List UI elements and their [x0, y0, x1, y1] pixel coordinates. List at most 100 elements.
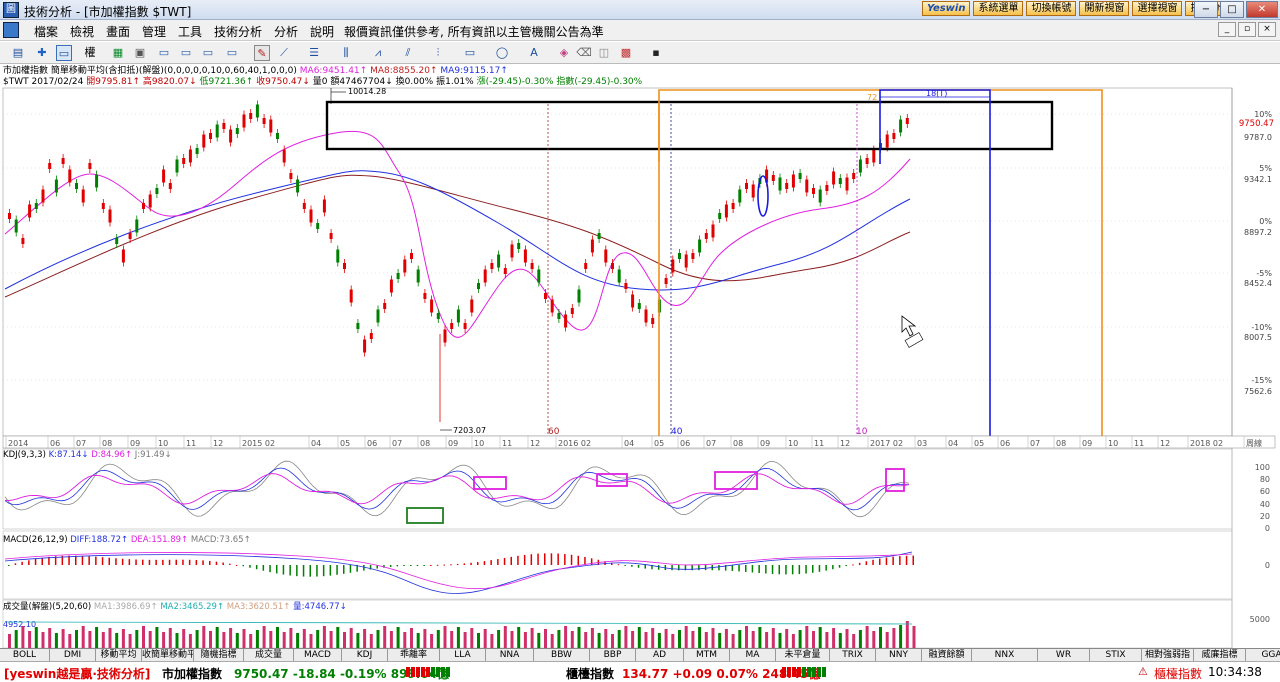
drawing-overlays[interactable]: 18(T) 72 60 40 10 — [325, 89, 1103, 437]
minimize-button[interactable]: − — [1194, 1, 1218, 18]
text-icon[interactable]: A — [526, 45, 542, 61]
panel2-icon[interactable]: ▭ — [178, 45, 194, 61]
macd-histogram-bar — [771, 565, 774, 574]
top-tab-switch-account[interactable]: 切換帳號 — [1026, 1, 1077, 16]
volume-left-value: 4952.10 — [3, 620, 36, 629]
volume-bar — [54, 633, 58, 648]
kdj-frame — [2, 448, 1233, 530]
top-tab-yeswin[interactable]: Yeswin — [922, 1, 971, 16]
candle-body — [530, 263, 534, 269]
excel-icon[interactable]: ▦ — [110, 45, 126, 61]
candle-body — [537, 269, 541, 283]
draw-icon[interactable]: ✎ — [254, 45, 270, 61]
volume-bar — [443, 626, 447, 648]
alert-icon[interactable]: ⚠ — [1138, 665, 1148, 678]
macd-histogram-bar — [416, 565, 419, 566]
volume-bar — [396, 627, 400, 648]
volume-bar — [611, 634, 614, 648]
save-icon[interactable]: ▪ — [648, 45, 664, 61]
eraser-icon[interactable]: ⌫ — [576, 45, 592, 61]
mdi-minimize-button[interactable]: _ — [1218, 22, 1236, 37]
candle-body — [255, 104, 259, 118]
volume-bar — [858, 630, 862, 648]
menu-view[interactable]: 檢視 — [70, 23, 94, 40]
price-tick-label: -15% — [1251, 376, 1272, 385]
volume-bar — [872, 631, 876, 648]
layout-icon[interactable]: ▤ — [10, 45, 26, 61]
menu-tech-analysis[interactable]: 技術分析 — [214, 23, 262, 40]
volume-bar — [249, 634, 253, 648]
panel3-icon[interactable]: ▭ — [200, 45, 216, 61]
hatch-icon[interactable]: ⫽ — [400, 45, 416, 61]
panel-icon[interactable]: ▭ — [156, 45, 172, 61]
menu-manage[interactable]: 管理 — [142, 23, 166, 40]
window-buttons: − □ ✕ — [1192, 1, 1278, 18]
volume-bar — [108, 628, 112, 648]
macd-histogram-bar — [584, 556, 586, 565]
candle-body — [865, 158, 869, 164]
fib-icon[interactable]: ☰ — [306, 45, 322, 61]
ellipse-icon[interactable]: ◯ — [494, 45, 510, 61]
candle-body — [249, 113, 253, 119]
top-tab-system-menu[interactable]: 系統選單 — [973, 1, 1024, 16]
macd-histogram-bar — [912, 555, 914, 565]
macd-histogram-bar — [751, 565, 754, 573]
price-tick-label: 5% — [1259, 164, 1272, 173]
line-icon[interactable]: ⟋ — [276, 45, 292, 61]
rect-icon[interactable]: ▭ — [462, 45, 478, 61]
menu-tools[interactable]: 工具 — [178, 23, 202, 40]
blue-ellipse-marker — [757, 175, 769, 217]
close-button[interactable]: ✕ — [1246, 1, 1278, 18]
time-tick-label: 07 — [706, 439, 716, 448]
volume-bar — [818, 627, 822, 648]
kdj-axis-label: 80 — [1260, 475, 1270, 484]
candle-body — [698, 239, 702, 253]
shapes-icon[interactable]: ◈ — [556, 45, 572, 61]
volume-bar — [28, 631, 32, 648]
macd-histogram-bar — [570, 554, 573, 565]
chart-app-icon[interactable]: 圖 — [3, 2, 19, 18]
top-tab-select-window[interactable]: 選擇視窗 — [1132, 1, 1183, 16]
menu-screen[interactable]: 畫面 — [106, 23, 130, 40]
candle-body — [704, 233, 708, 239]
candle-body — [356, 323, 360, 329]
macd-histogram-bar — [818, 565, 821, 572]
chart-window-icon[interactable]: ▭ — [56, 45, 72, 61]
candle-body — [430, 299, 434, 313]
candle-body — [456, 309, 460, 323]
lock-icon[interactable]: ◫ — [596, 45, 612, 61]
chart-area[interactable]: 市加權指數 簡單移動平均(含扣抵)(解盤)(0,0,0,0,0,10,0,60,… — [0, 64, 1280, 648]
menu-file[interactable]: 檔案 — [34, 23, 58, 40]
vlines2-icon[interactable]: ⫶ — [430, 45, 446, 61]
kdj-header: KDJ(9,3,3) K:87.14↓ D:84.96↑ J:91.49↓ — [3, 450, 172, 460]
grid-icon[interactable]: ▣ — [132, 45, 148, 61]
candle-body — [611, 263, 614, 269]
panel4-icon[interactable]: ▭ — [224, 45, 240, 61]
menu-help[interactable]: 說明 — [310, 23, 334, 40]
candle-body — [41, 189, 45, 203]
document-icon[interactable] — [3, 22, 19, 38]
volume-bar — [731, 634, 735, 648]
macd-histogram-bar — [731, 565, 734, 571]
mdi-restore-button[interactable]: ▫ — [1238, 22, 1256, 37]
volume-bar — [852, 634, 856, 648]
crosshair-icon[interactable]: ✚ — [34, 45, 50, 61]
mdi-close-button[interactable]: × — [1258, 22, 1276, 37]
fan-icon[interactable]: ⩘ — [370, 45, 386, 61]
candle-body — [329, 233, 333, 239]
weight-label[interactable]: 權 — [80, 45, 100, 61]
time-tick-label: 08 — [420, 439, 430, 448]
volume-bar — [791, 634, 795, 648]
color-icon[interactable]: ▩ — [618, 45, 634, 61]
status-right-label[interactable]: 櫃檯指數 — [1154, 665, 1202, 682]
menu-analysis[interactable]: 分析 — [274, 23, 298, 40]
top-tab-new-window[interactable]: 開新視窗 — [1079, 1, 1130, 16]
candle-body — [383, 303, 387, 309]
maximize-button[interactable]: □ — [1220, 1, 1244, 18]
volume-bar — [912, 626, 916, 648]
volume-bar — [369, 634, 373, 648]
candle-body — [711, 224, 715, 238]
price-tick-label: -10% — [1251, 323, 1272, 332]
price-tick-label: -5% — [1256, 269, 1272, 278]
vlines-icon[interactable]: ⫼ — [338, 45, 354, 61]
